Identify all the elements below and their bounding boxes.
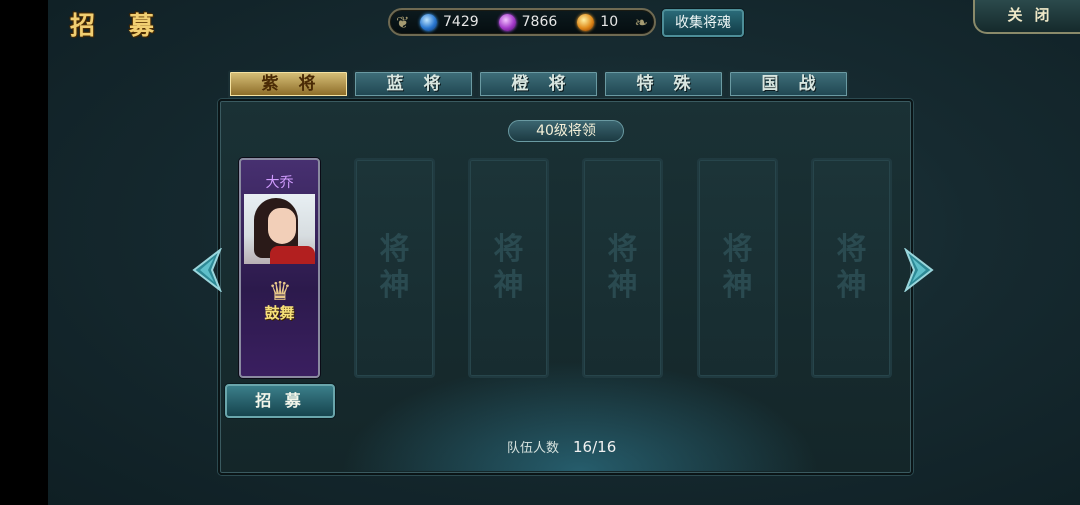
resource-bar: ❦ 7429 7866 10 ❧ [388, 8, 656, 36]
slot-watermark: 将 [722, 232, 753, 267]
hero-card[interactable]: 大乔 ♛ 鼓舞 [239, 158, 320, 378]
page-title: 招 募 [70, 6, 154, 42]
slot-watermark: 神 [722, 268, 753, 303]
slot-watermark: 将 [607, 232, 638, 267]
resource-blue-value: 7429 [443, 14, 479, 30]
resource-purple-value: 7866 [521, 14, 558, 30]
team-count-label: 队伍人数 [507, 441, 560, 456]
arrow-left-icon[interactable] [188, 248, 222, 292]
resource-gold: 10 [577, 13, 619, 31]
resource-purple: 7866 [498, 13, 558, 31]
flourish-left-icon: ❦ [396, 13, 410, 32]
level-label: 40级将领 [508, 120, 624, 142]
recruit-screen: 招 募 ❦ 7429 7866 10 ❧ 收集将魂 关闭 紫将 蓝将 橙将 特殊… [48, 0, 1080, 505]
slot-watermark: 神 [379, 268, 410, 303]
gold-orb-icon [577, 13, 595, 31]
recruit-button[interactable]: 招 募 [225, 384, 335, 418]
tab-bar: 紫将 蓝将 橙将 特殊 国战 [228, 70, 849, 98]
tab-orange-generals[interactable]: 橙将 [478, 70, 599, 98]
empty-slot: 将 神 [697, 158, 778, 378]
slot-watermark: 神 [493, 268, 524, 303]
blue-orb-icon [420, 13, 437, 31]
title-char-1: 招 [70, 11, 96, 40]
tab-special[interactable]: 特殊 [603, 70, 724, 98]
empty-slot: 将 神 [582, 158, 663, 378]
recruit-panel: 40级将领 大乔 ♛ 鼓舞 将 神 将 神 将 神 将 神 将 神 招 募 队伍… [218, 99, 913, 475]
slot-watermark: 将 [836, 232, 867, 267]
slot-watermark: 神 [836, 268, 867, 303]
hero-portrait [244, 194, 315, 264]
team-count-value: 16/16 [573, 438, 617, 456]
hero-skill: 鼓舞 [264, 304, 295, 322]
purple-orb-icon [498, 13, 516, 31]
team-count: 队伍人数 16/16 [507, 437, 616, 456]
flourish-right-icon: ❧ [634, 13, 648, 32]
slot-watermark: 神 [607, 268, 638, 303]
empty-slot: 将 神 [354, 158, 435, 378]
slot-watermark: 将 [379, 232, 410, 267]
title-char-2: 募 [129, 11, 155, 40]
tab-blue-generals[interactable]: 蓝将 [353, 70, 474, 98]
tab-purple-generals[interactable]: 紫将 [228, 70, 349, 98]
tab-national-war[interactable]: 国战 [728, 70, 849, 98]
resource-blue: 7429 [420, 13, 479, 31]
left-black-bar [0, 0, 48, 505]
hero-name: 大乔 [265, 175, 294, 191]
close-button[interactable]: 关闭 [973, 0, 1080, 34]
empty-slot: 将 神 [811, 158, 892, 378]
empty-slot: 将 神 [468, 158, 549, 378]
collect-souls-button[interactable]: 收集将魂 [662, 9, 744, 37]
arrow-right-icon[interactable] [904, 248, 938, 292]
slot-watermark: 将 [493, 232, 524, 267]
resource-gold-value: 10 [600, 14, 619, 30]
